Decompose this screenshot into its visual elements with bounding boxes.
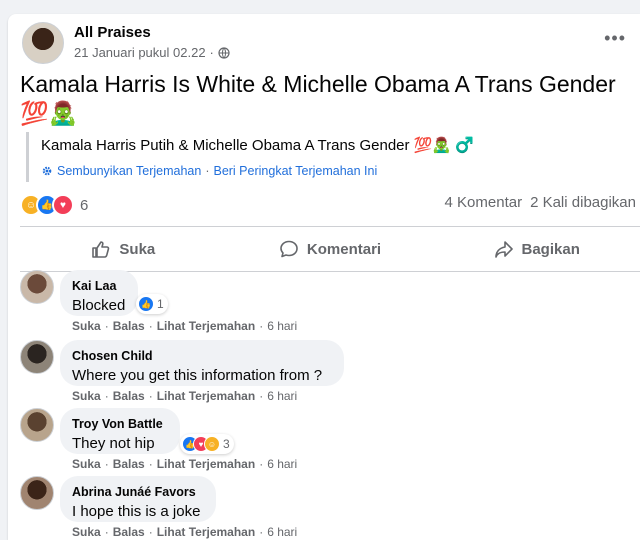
like-button[interactable]: Suka xyxy=(20,239,227,259)
meta-separator: · xyxy=(148,525,153,539)
comment-bubble: Abrina Junáé Favors I hope this is a jok… xyxy=(60,476,216,522)
commenter-avatar[interactable] xyxy=(20,340,54,374)
translation-block: Kamala Harris Putih & Michelle Obama A T… xyxy=(26,132,616,182)
post-stats: ☺ 👍 ♥ 6 4 Komentar 2 Kali dibagikan xyxy=(20,194,636,216)
comment-item: Abrina Junáé Favors I hope this is a jok… xyxy=(20,476,630,539)
meta-separator: · xyxy=(259,319,264,333)
thumbs-up-icon xyxy=(92,241,110,258)
meta-separator: · xyxy=(259,457,264,471)
commenter-avatar[interactable] xyxy=(20,270,54,304)
comment-reply-link[interactable]: Balas xyxy=(113,457,145,471)
share-arrow-icon xyxy=(494,241,513,258)
comment-translate-link[interactable]: Lihat Terjemahan xyxy=(157,389,255,403)
meta-separator: · xyxy=(209,45,214,60)
share-button-label: Bagikan xyxy=(521,240,580,258)
comment-translate-link[interactable]: Lihat Terjemahan xyxy=(157,457,255,471)
meta-separator: · xyxy=(148,319,153,333)
post-meta: 21 Januari pukul 02.22 · xyxy=(74,45,230,60)
comment-item: Chosen Child Where you get this informat… xyxy=(20,340,630,403)
like-reaction-icon: 👍 xyxy=(138,296,154,312)
comment-reaction-count: 3 xyxy=(223,437,230,451)
commenter-name[interactable]: Troy Von Battle xyxy=(72,416,168,432)
comment-reply-link[interactable]: Balas xyxy=(113,525,145,539)
meta-separator: · xyxy=(104,525,109,539)
post-header: All Praises 21 Januari pukul 02.22 · ••• xyxy=(20,22,640,66)
comment-item: Kai Laa Blocked 👍 1 Suka · Balas · Lihat… xyxy=(20,270,630,333)
comment-item: Troy Von Battle They not hip 👍 ♥ ☺ 3 Suk… xyxy=(20,408,630,471)
comment-like-link[interactable]: Suka xyxy=(72,457,101,471)
globe-icon xyxy=(218,46,230,59)
hide-translation-link[interactable]: Sembunyikan Terjemahan xyxy=(57,164,201,178)
commenter-name[interactable]: Abrina Junáé Favors xyxy=(72,484,204,500)
comment-reaction-count: 1 xyxy=(157,297,164,311)
rate-translation-link[interactable]: Beri Peringkat Terjemahan Ini xyxy=(213,164,377,178)
comment-bubble: Chosen Child Where you get this informat… xyxy=(60,340,344,386)
link-separator: · xyxy=(205,164,210,178)
reaction-count: 6 xyxy=(80,196,89,214)
comment-meta: Suka · Balas · Lihat Terjemahan · 6 hari xyxy=(72,319,297,333)
post-text: Kamala Harris Is White & Michelle Obama … xyxy=(20,71,616,126)
love-reaction-icon: ♥ xyxy=(52,194,74,216)
meta-separator: · xyxy=(104,457,109,471)
haha-reaction-icon: ☺ xyxy=(204,436,220,452)
meta-separator: · xyxy=(259,389,264,403)
comments-count-link[interactable]: 4 Komentar xyxy=(445,194,523,211)
comment-text: I hope this is a joke xyxy=(72,503,201,520)
reactions-summary[interactable]: ☺ 👍 ♥ 6 xyxy=(20,194,88,216)
comment-reply-link[interactable]: Balas xyxy=(113,389,145,403)
comment-bubble: Troy Von Battle They not hip xyxy=(60,408,180,454)
comment-time[interactable]: 6 hari xyxy=(267,525,297,539)
commenter-avatar[interactable] xyxy=(20,408,54,442)
comment-meta: Suka · Balas · Lihat Terjemahan · 6 hari xyxy=(72,457,297,471)
comment-time[interactable]: 6 hari xyxy=(267,389,297,403)
comment-translate-link[interactable]: Lihat Terjemahan xyxy=(157,525,255,539)
speech-bubble-icon xyxy=(280,240,298,258)
meta-separator: · xyxy=(148,389,153,403)
comment-reactions[interactable]: 👍 1 xyxy=(136,294,168,314)
post-card: All Praises 21 Januari pukul 02.22 · •••… xyxy=(8,14,640,540)
comment-meta: Suka · Balas · Lihat Terjemahan · 6 hari xyxy=(72,389,297,403)
shares-count-link[interactable]: 2 Kali dibagikan xyxy=(530,194,636,211)
comment-time[interactable]: 6 hari xyxy=(267,457,297,471)
comment-text: They not hip xyxy=(72,435,155,452)
comment-reactions[interactable]: 👍 ♥ ☺ 3 xyxy=(180,434,234,454)
post-action-bar: Suka Komentari Bagikan xyxy=(20,226,640,272)
comment-like-link[interactable]: Suka xyxy=(72,319,101,333)
comment-bubble: Kai Laa Blocked xyxy=(60,270,138,316)
more-options-button[interactable]: ••• xyxy=(604,28,626,49)
author-avatar[interactable] xyxy=(22,22,64,64)
translation-text: Kamala Harris Putih & Michelle Obama A T… xyxy=(41,137,474,154)
translation-links: Sembunyikan Terjemahan · Beri Peringkat … xyxy=(41,164,616,178)
author-name[interactable]: All Praises xyxy=(74,24,151,41)
post-timestamp[interactable]: 21 Januari pukul 02.22 xyxy=(74,45,206,60)
comment-reply-link[interactable]: Balas xyxy=(113,319,145,333)
comment-button[interactable]: Komentari xyxy=(227,239,434,259)
comment-text: Blocked xyxy=(72,297,126,314)
comment-translate-link[interactable]: Lihat Terjemahan xyxy=(157,319,255,333)
comment-text: Where you get this information from ? xyxy=(72,367,323,384)
meta-separator: · xyxy=(104,389,109,403)
like-button-label: Suka xyxy=(119,240,156,258)
comment-like-link[interactable]: Suka xyxy=(72,525,101,539)
commenter-name[interactable]: Kai Laa xyxy=(72,278,126,294)
engagement-counts: 4 Komentar 2 Kali dibagikan xyxy=(445,194,636,211)
commenter-name[interactable]: Chosen Child xyxy=(72,348,332,364)
meta-separator: · xyxy=(104,319,109,333)
gear-icon xyxy=(42,166,52,176)
comment-time[interactable]: 6 hari xyxy=(267,319,297,333)
meta-separator: · xyxy=(259,525,264,539)
meta-separator: · xyxy=(148,457,153,471)
commenter-avatar[interactable] xyxy=(20,476,54,510)
share-button[interactable]: Bagikan xyxy=(433,239,640,259)
comment-like-link[interactable]: Suka xyxy=(72,389,101,403)
comment-button-label: Komentari xyxy=(306,240,382,258)
comment-meta: Suka · Balas · Lihat Terjemahan · 6 hari xyxy=(72,525,297,539)
